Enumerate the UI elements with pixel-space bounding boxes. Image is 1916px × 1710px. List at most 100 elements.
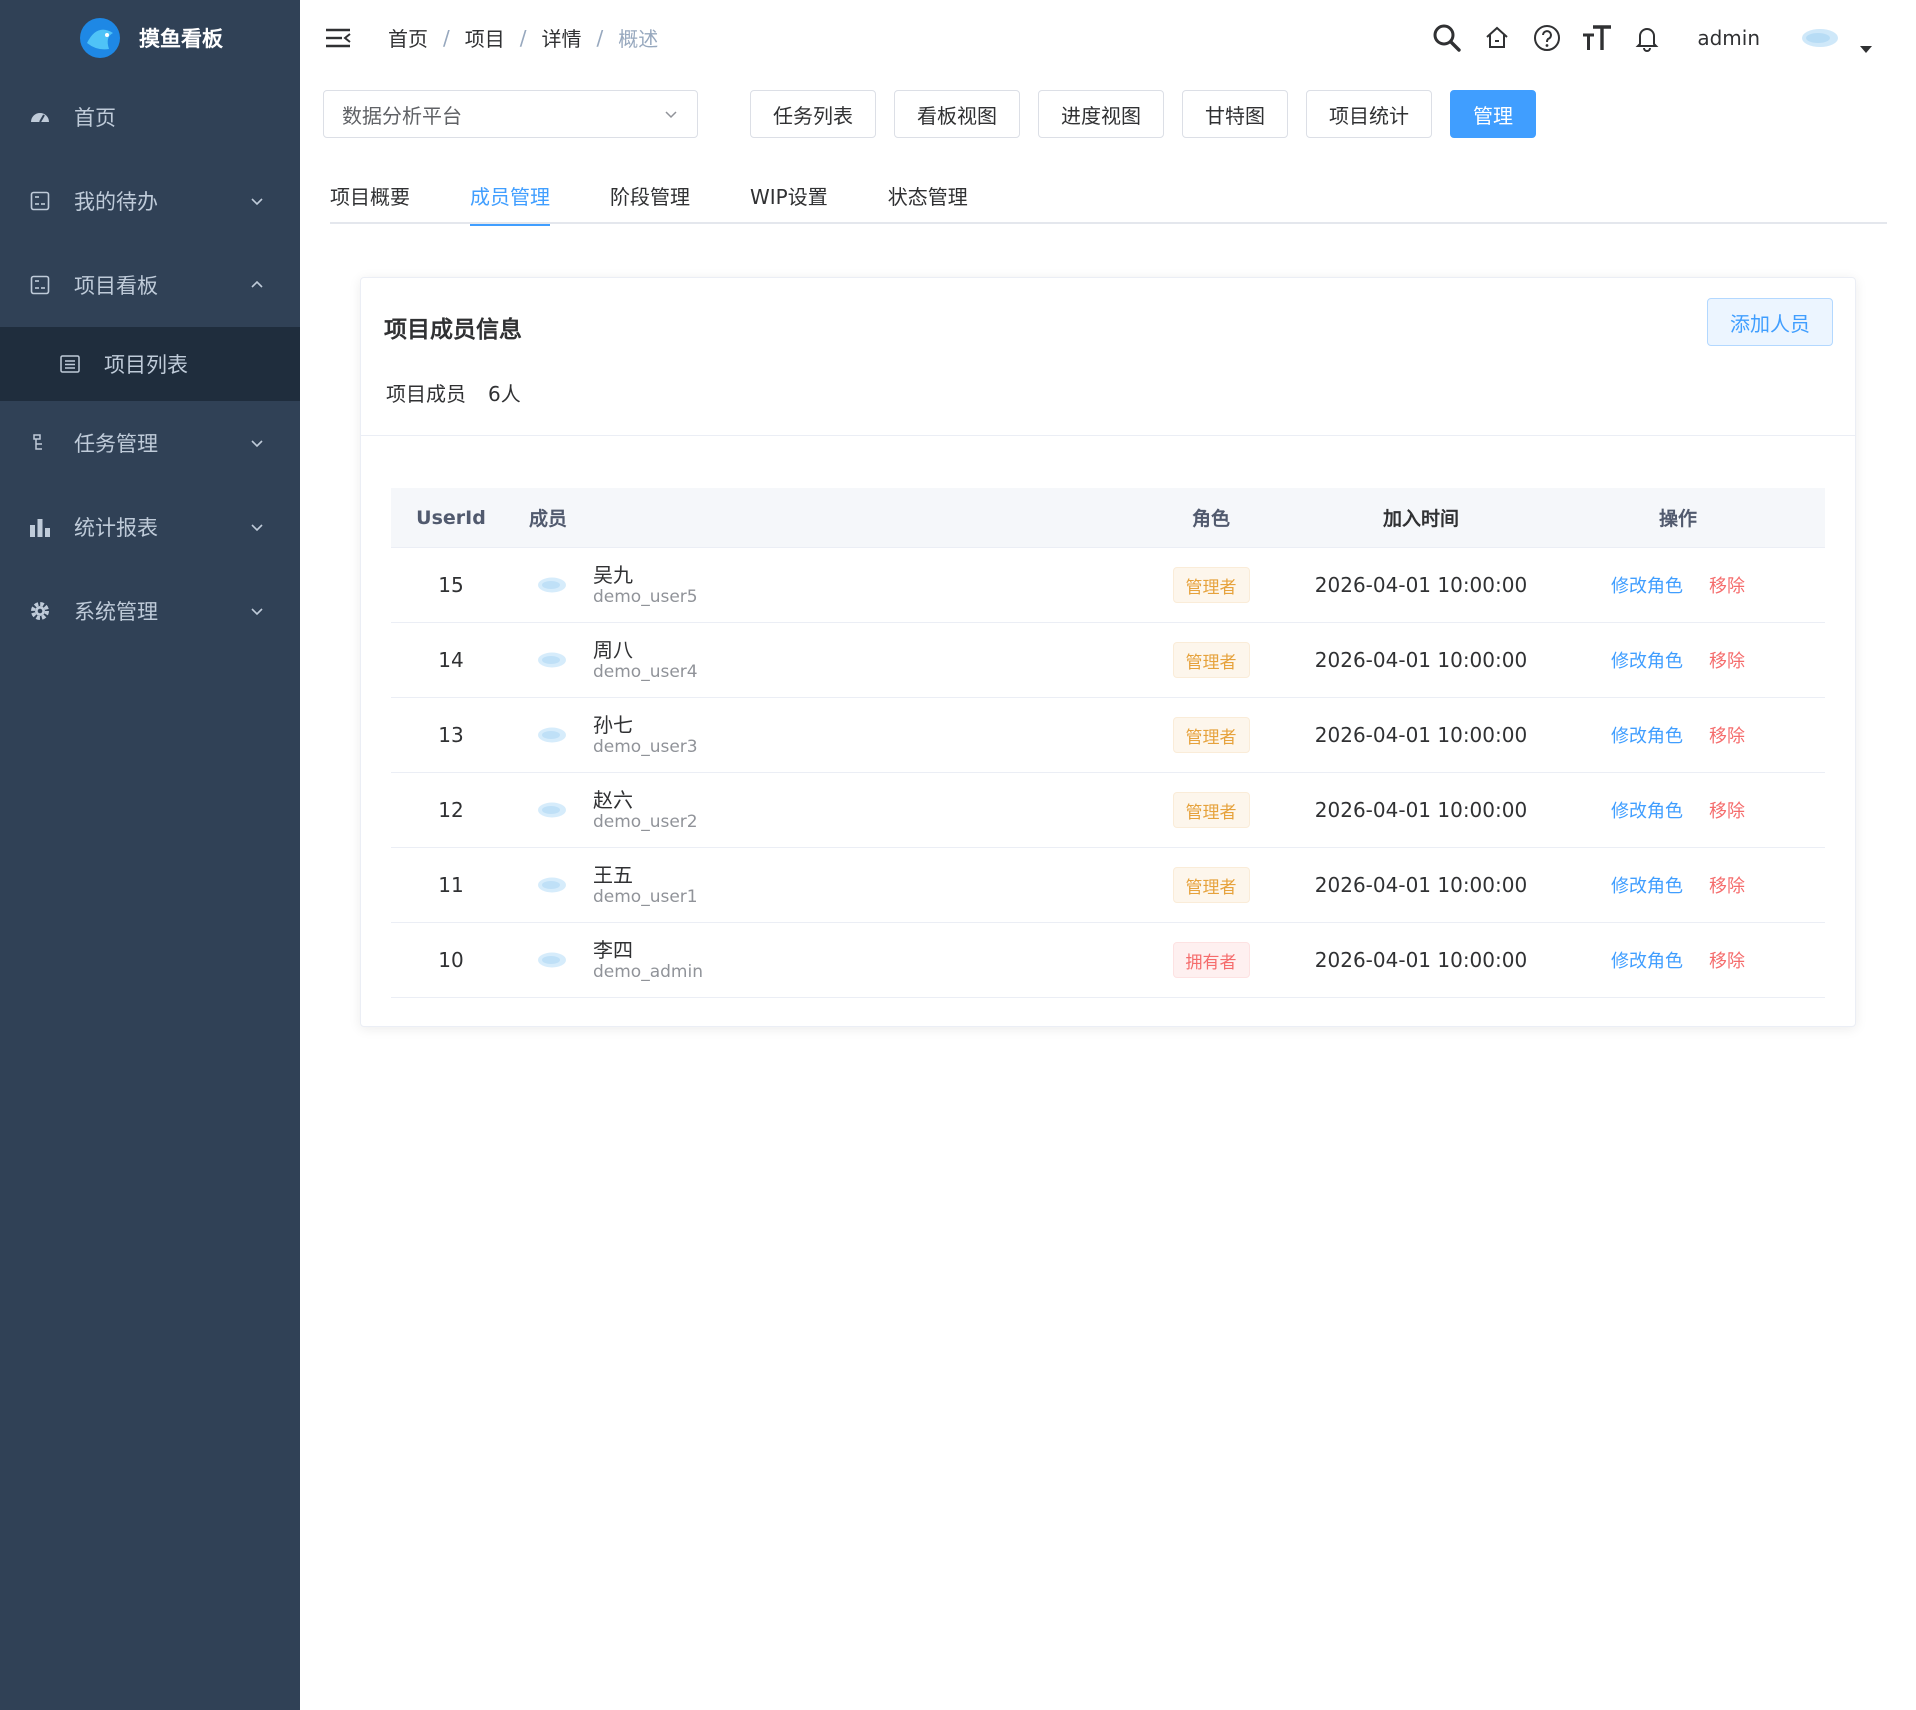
calculator-icon (28, 189, 52, 213)
avatar (538, 727, 566, 743)
tree-icon (28, 431, 52, 455)
gear-icon (28, 599, 52, 623)
tab-overview[interactable]: 项目概要 (330, 170, 410, 224)
chevron-down-icon (251, 198, 263, 206)
avatar (538, 952, 566, 968)
remove-link[interactable]: 移除 (1709, 572, 1745, 598)
submenu-board: 项目列表 (0, 327, 300, 401)
member-name: 周八 (593, 637, 633, 662)
sidebar-item-project-list[interactable]: 项目列表 (0, 327, 300, 401)
project-stats-button[interactable]: 项目统计 (1306, 90, 1432, 138)
members-table: UserId 成员 角色 加入时间 操作 15 吴九 demo_user5 管理… (391, 488, 1825, 998)
task-list-button[interactable]: 任务列表 (750, 90, 876, 138)
row-userid: 13 (438, 723, 464, 747)
row-userid: 10 (438, 948, 464, 972)
col-actions: 操作 (1658, 508, 1697, 530)
sidebar-item-label: 项目看板 (74, 274, 158, 298)
card-title: 项目成员信息 (384, 317, 522, 343)
row-join-time: 2026-04-01 10:00:00 (1314, 723, 1528, 747)
row-userid: 12 (438, 798, 464, 822)
project-select-value: 数据分析平台 (342, 103, 462, 128)
username[interactable]: admin (1697, 26, 1760, 50)
bell-icon[interactable] (1631, 22, 1663, 54)
tab-members[interactable]: 成员管理 (470, 170, 550, 226)
sidebar-item-todo[interactable]: 我的待办 (0, 159, 300, 243)
row-actions: 修改角色 移除 (1531, 872, 1825, 898)
sidebar-item-system[interactable]: 系统管理 (0, 569, 300, 653)
progress-view-button[interactable]: 进度视图 (1038, 90, 1164, 138)
remove-link[interactable]: 移除 (1709, 647, 1745, 673)
gantt-button[interactable]: 甘特图 (1182, 90, 1288, 138)
sidebar: 摸鱼看板 首页 我的待办 项目看板 项目列表 任务管理 统计报表 系统管理 (0, 0, 300, 1710)
row-actions: 修改角色 移除 (1531, 797, 1825, 823)
member-name: 吴九 (593, 562, 633, 587)
sidebar-item-label: 统计报表 (74, 516, 158, 540)
table-row: 10 李四 demo_admin 拥有者 2026-04-01 10:00:00… (391, 923, 1825, 998)
tab-status[interactable]: 状态管理 (888, 170, 968, 224)
row-join-time: 2026-04-01 10:00:00 (1314, 948, 1528, 972)
edit-role-link[interactable]: 修改角色 (1611, 797, 1683, 823)
sidebar-item-home[interactable]: 首页 (0, 75, 300, 159)
home-icon[interactable] (1481, 22, 1513, 54)
breadcrumb: 首页 / 项目 / 详情 / 概述 (388, 23, 658, 52)
breadcrumb-project[interactable]: 项目 (465, 23, 505, 52)
project-select[interactable]: 数据分析平台 (323, 90, 698, 138)
table-row: 13 孙七 demo_user3 管理者 2026-04-01 10:00:00… (391, 698, 1825, 773)
chevron-down-icon (665, 111, 677, 119)
avatar[interactable] (1800, 27, 1840, 49)
chevron-down-icon (251, 440, 263, 448)
member-name: 王五 (593, 862, 633, 887)
edit-role-link[interactable]: 修改角色 (1611, 647, 1683, 673)
logo[interactable]: 摸鱼看板 (0, 0, 300, 75)
sidebar-item-board[interactable]: 项目看板 (0, 243, 300, 327)
tab-stages[interactable]: 阶段管理 (610, 170, 690, 224)
col-role: 角色 (1191, 508, 1230, 530)
row-role: 管理者 (1111, 567, 1311, 603)
row-role: 管理者 (1111, 717, 1311, 753)
edit-role-link[interactable]: 修改角色 (1611, 572, 1683, 598)
row-member: 李四 demo_admin (511, 938, 1111, 982)
font-size-icon[interactable] (1581, 22, 1613, 54)
edit-role-link[interactable]: 修改角色 (1611, 722, 1683, 748)
role-tag: 管理者 (1172, 567, 1250, 603)
sidebar-item-reports[interactable]: 统计报表 (0, 485, 300, 569)
breadcrumb-detail[interactable]: 详情 (542, 23, 582, 52)
row-userid: 14 (438, 648, 464, 672)
remove-link[interactable]: 移除 (1709, 872, 1745, 898)
remove-link[interactable]: 移除 (1709, 947, 1745, 973)
remove-link[interactable]: 移除 (1709, 797, 1745, 823)
row-join-time: 2026-04-01 10:00:00 (1314, 648, 1528, 672)
row-userid: 11 (438, 873, 464, 897)
role-tag: 管理者 (1172, 717, 1250, 753)
member-count: 项目成员 6人 (386, 378, 521, 407)
tab-wip[interactable]: WIP设置 (750, 170, 828, 224)
role-tag: 管理者 (1172, 867, 1250, 903)
member-username: demo_user4 (593, 661, 698, 682)
edit-role-link[interactable]: 修改角色 (1611, 947, 1683, 973)
search-icon[interactable] (1431, 22, 1463, 54)
dashboard-icon (28, 105, 52, 129)
sidebar-item-label: 任务管理 (74, 432, 158, 456)
view-buttons: 任务列表 看板视图 进度视图 甘特图 项目统计 管理 (750, 90, 1536, 138)
sidebar-item-tasks[interactable]: 任务管理 (0, 401, 300, 485)
add-member-button[interactable]: 添加人员 (1707, 298, 1833, 346)
row-member: 孙七 demo_user3 (511, 713, 1111, 757)
row-join-time: 2026-04-01 10:00:00 (1314, 873, 1528, 897)
row-role: 拥有者 (1111, 942, 1311, 978)
member-count-value: 6人 (488, 382, 521, 406)
help-icon[interactable] (1531, 22, 1563, 54)
edit-role-link[interactable]: 修改角色 (1611, 872, 1683, 898)
board-view-button[interactable]: 看板视图 (894, 90, 1020, 138)
menu-fold-icon[interactable] (324, 26, 352, 50)
member-name: 孙七 (593, 712, 633, 737)
row-actions: 修改角色 移除 (1531, 722, 1825, 748)
row-join-time: 2026-04-01 10:00:00 (1314, 798, 1528, 822)
table-row: 11 王五 demo_user1 管理者 2026-04-01 10:00:00… (391, 848, 1825, 923)
caret-down-icon[interactable] (1860, 46, 1872, 53)
member-username: demo_user3 (593, 736, 698, 757)
card-header: 项目成员信息 项目成员 6人 添加人员 (361, 278, 1855, 436)
remove-link[interactable]: 移除 (1709, 722, 1745, 748)
row-member: 王五 demo_user1 (511, 863, 1111, 907)
manage-button[interactable]: 管理 (1450, 90, 1536, 138)
breadcrumb-home[interactable]: 首页 (388, 23, 428, 52)
